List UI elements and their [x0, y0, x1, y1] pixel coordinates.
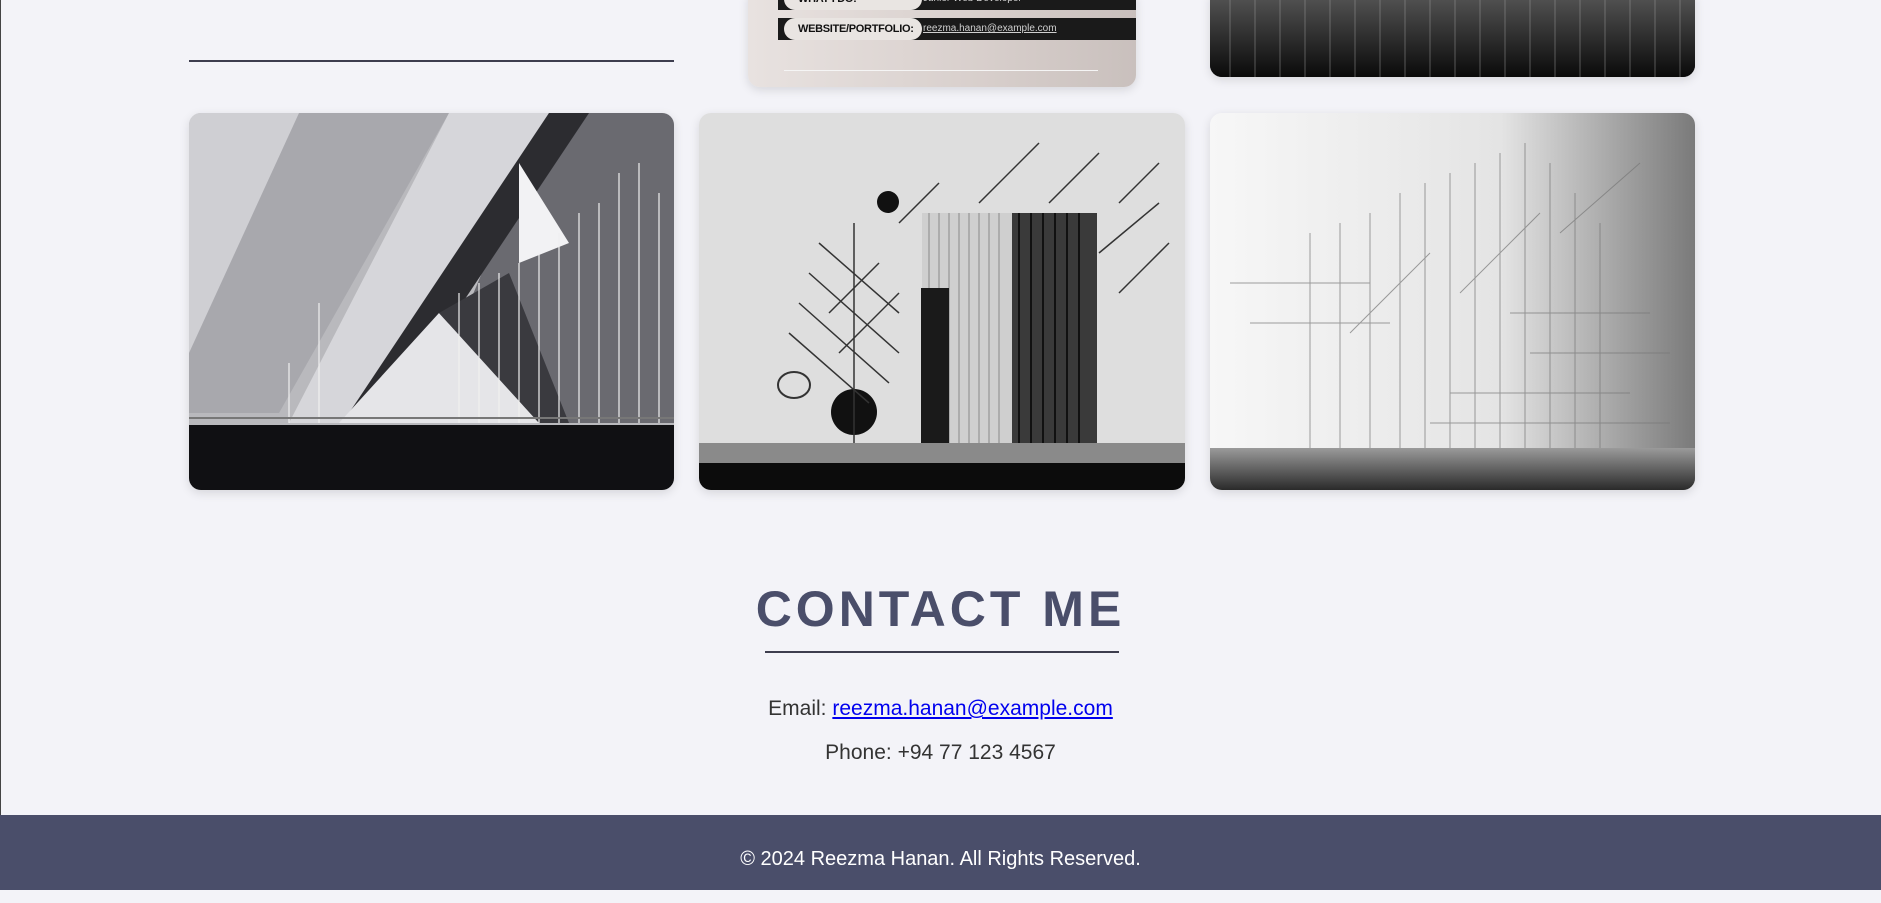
footer: © 2024 Reezma Hanan. All Rights Reserved… [0, 815, 1881, 890]
page-left-border [0, 0, 1, 815]
email-label: Email: [768, 697, 827, 720]
bizcard-what-value: Junior Web Developer [923, 0, 1022, 10]
contact-email-line: Email: reezma.hanan@example.com [0, 697, 1881, 721]
bizcard-website-label: WEBSITE/PORTFOLIO: [784, 18, 922, 40]
bizcard-what-label: WHAT I DO: [784, 0, 922, 10]
bizcard-website-value: reezma.hanan@example.com [923, 23, 1057, 34]
email-link[interactable]: reezma.hanan@example.com [832, 697, 1112, 720]
section-divider [189, 60, 674, 62]
footer-copyright: © 2024 Reezma Hanan. All Rights Reserved… [740, 848, 1141, 870]
portfolio-image-dark[interactable] [1210, 0, 1695, 77]
business-card-image[interactable]: WHAT I DO: Junior Web Developer WEBSITE/… [748, 0, 1136, 87]
contact-phone: Phone: +94 77 123 4567 [825, 741, 1056, 764]
contact-title-underline [765, 651, 1119, 653]
portfolio-image-3[interactable] [1210, 113, 1695, 490]
contact-title: CONTACT ME [755, 581, 1126, 637]
bizcard-rule [784, 70, 1098, 71]
portfolio-image-2[interactable] [699, 113, 1185, 490]
portfolio-image-1[interactable] [189, 113, 674, 490]
